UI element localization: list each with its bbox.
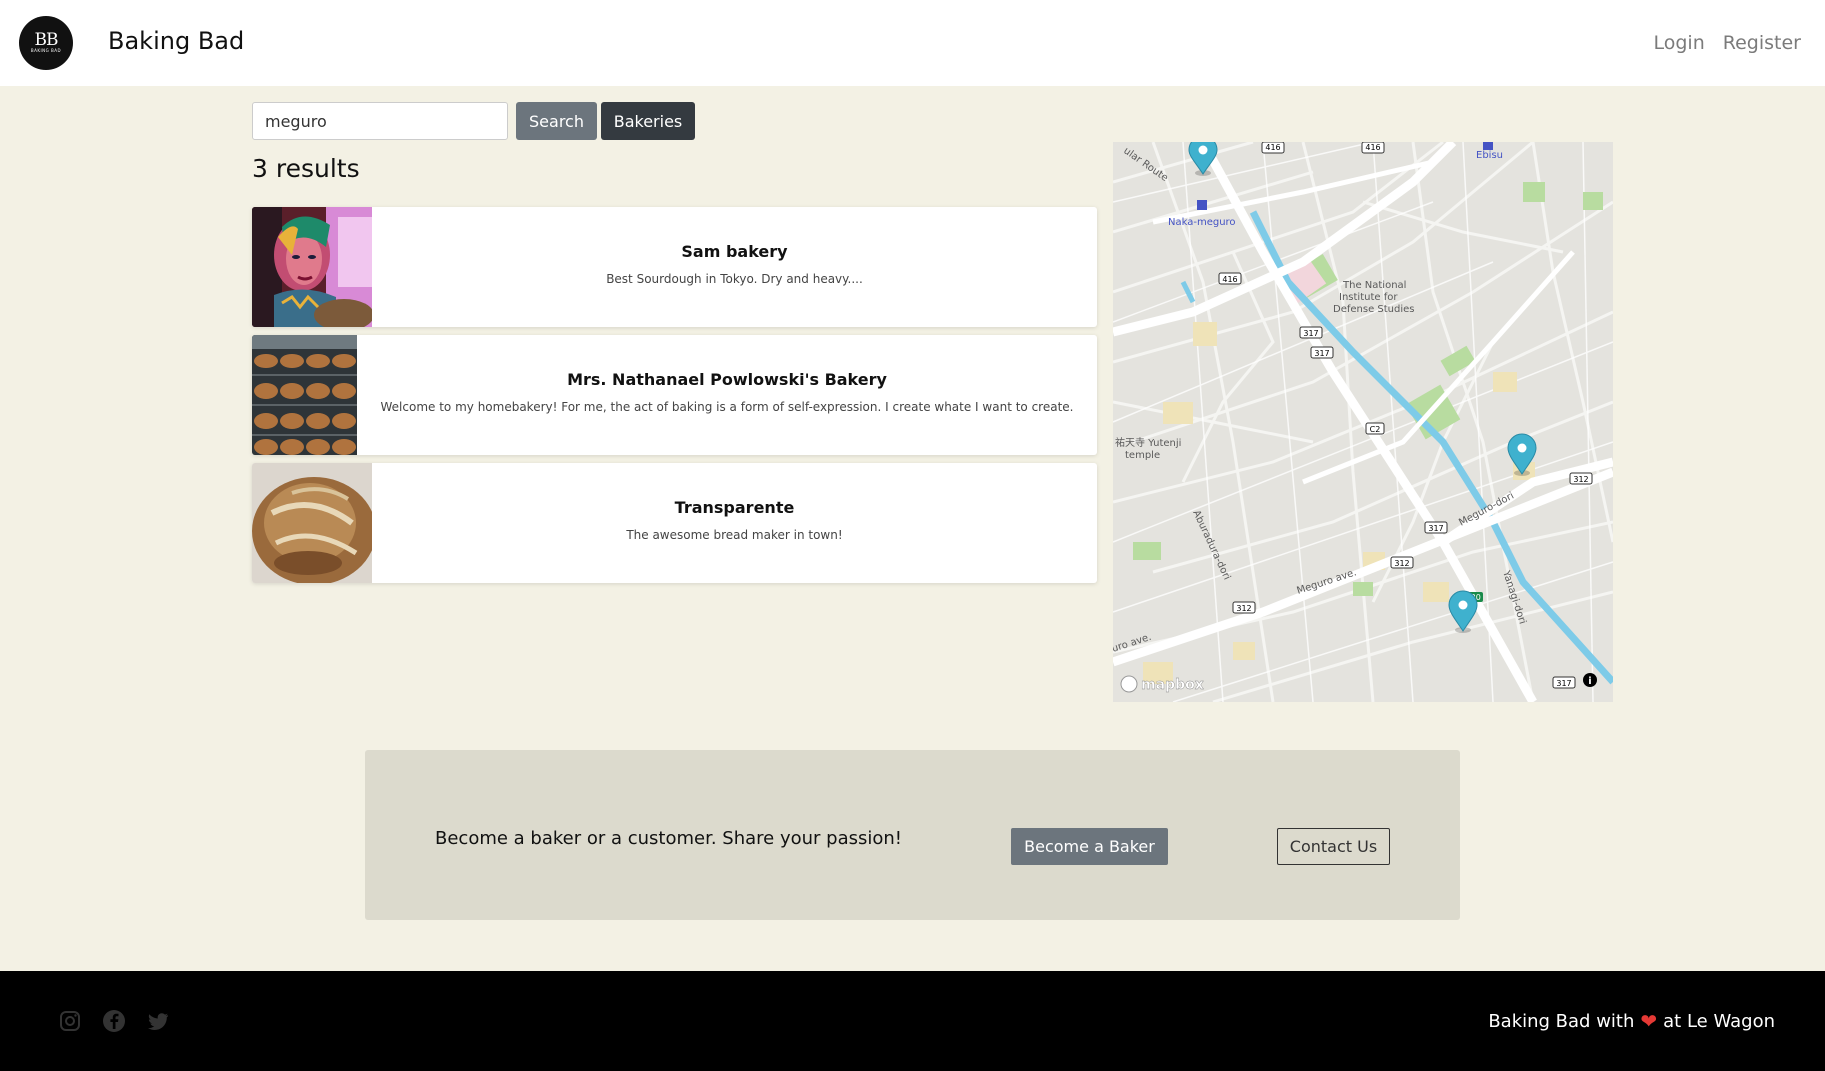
bakery-title[interactable]: Transparente [675,498,795,517]
bakery-description: Best Sourdough in Tokyo. Dry and heavy..… [606,272,863,286]
footer-credit: Baking Bad with ❤ at Le Wagon [1488,1009,1775,1033]
card-info: Mrs. Nathanael Powlowski's Bakery Welcom… [357,335,1097,455]
brand-name[interactable]: Baking Bad [108,27,244,55]
svg-text:416: 416 [1222,275,1237,284]
station-icon [1197,200,1207,210]
logo-mark: BB [34,30,59,50]
card-info: Sam bakery Best Sourdough in Tokyo. Dry … [372,207,1097,327]
login-link[interactable]: Login [1654,32,1705,54]
route-shield: 317 [1299,326,1323,339]
credit-suffix: at Le Wagon [1663,1010,1775,1032]
svg-text:mapbox: mapbox [1141,677,1204,693]
svg-text:416: 416 [1265,143,1280,152]
svg-text:317: 317 [1428,524,1443,533]
bakery-thumbnail [252,463,372,583]
route-shield: C2 [1365,422,1385,435]
bakery-card[interactable]: Mrs. Nathanael Powlowski's Bakery Welcom… [252,335,1097,455]
logo[interactable]: BB BAKING BAD [19,16,73,70]
route-shield: 312 [1390,556,1414,569]
credit-prefix: Baking Bad with [1488,1010,1635,1032]
svg-text:312: 312 [1236,604,1251,613]
map-label-nids-2: Institute for [1339,292,1398,303]
search-button[interactable]: Search [516,102,597,140]
bakery-description: The awesome bread maker in town! [626,528,843,542]
bakery-title[interactable]: Mrs. Nathanael Powlowski's Bakery [567,370,887,389]
route-shield: 416 [1261,142,1285,154]
cta-banner: Become a baker or a customer. Share your… [365,750,1460,920]
register-link[interactable]: Register [1723,32,1801,54]
card-info: Transparente The awesome bread maker in … [372,463,1097,583]
bakery-card[interactable]: Transparente The awesome bread maker in … [252,463,1097,583]
svg-text:317: 317 [1303,329,1318,338]
svg-text:C2: C2 [1370,425,1381,434]
route-shield: 317 [1310,346,1334,359]
svg-text:312: 312 [1394,559,1409,568]
svg-text:416: 416 [1365,143,1380,152]
svg-text:317: 317 [1314,349,1329,358]
mapbox-logo[interactable]: mapbox [1120,675,1204,693]
search-input[interactable] [252,102,508,140]
facebook-icon[interactable] [102,1009,126,1033]
map[interactable]: The National Institute for Defense Studi… [1113,142,1613,702]
svg-text:312: 312 [1573,475,1588,484]
cta-text: Become a baker or a customer. Share your… [435,828,902,849]
results-count: 3 results [252,154,360,183]
bakery-card[interactable]: Sam bakery Best Sourdough in Tokyo. Dry … [252,207,1097,327]
bakery-description: Welcome to my homebakery! For me, the ac… [380,400,1074,414]
bakery-title[interactable]: Sam bakery [681,242,787,261]
svg-text:317: 317 [1556,679,1571,688]
map-label-ebisu: Ebisu [1476,150,1503,161]
bakery-thumbnail [252,207,372,327]
bakery-thumbnail [252,335,357,455]
route-shield: 317 [1424,521,1448,534]
nav-links: Login Register [1654,32,1802,54]
become-baker-button[interactable]: Become a Baker [1011,828,1168,865]
route-shield: 312 [1232,601,1256,614]
map-label-yutenji-2: temple [1125,450,1160,461]
heart-icon: ❤ [1640,1009,1658,1033]
map-label-nids-1: The National [1342,280,1406,291]
svg-text:i: i [1588,676,1591,687]
route-shield: 317 [1552,676,1576,689]
twitter-icon[interactable] [146,1009,170,1033]
social-links [58,1009,170,1033]
instagram-icon[interactable] [58,1009,82,1033]
logo-subtext: BAKING BAD [30,48,62,53]
route-shield: 416 [1218,272,1242,285]
footer: Baking Bad with ❤ at Le Wagon [0,971,1825,1071]
map-label-naka-meguro: Naka-meguro [1168,217,1236,228]
contact-us-button[interactable]: Contact Us [1277,828,1390,865]
station-icon [1483,142,1493,150]
bakeries-button[interactable]: Bakeries [601,102,695,140]
map-label-yutenji-1: 祐天寺 Yutenji [1115,436,1181,449]
route-shield: 416 [1361,142,1385,154]
navbar: BB BAKING BAD Baking Bad Login Register [0,0,1825,86]
map-label-nids-3: Defense Studies [1333,304,1415,315]
info-icon[interactable]: i [1583,673,1597,687]
route-shield: 312 [1569,472,1593,485]
